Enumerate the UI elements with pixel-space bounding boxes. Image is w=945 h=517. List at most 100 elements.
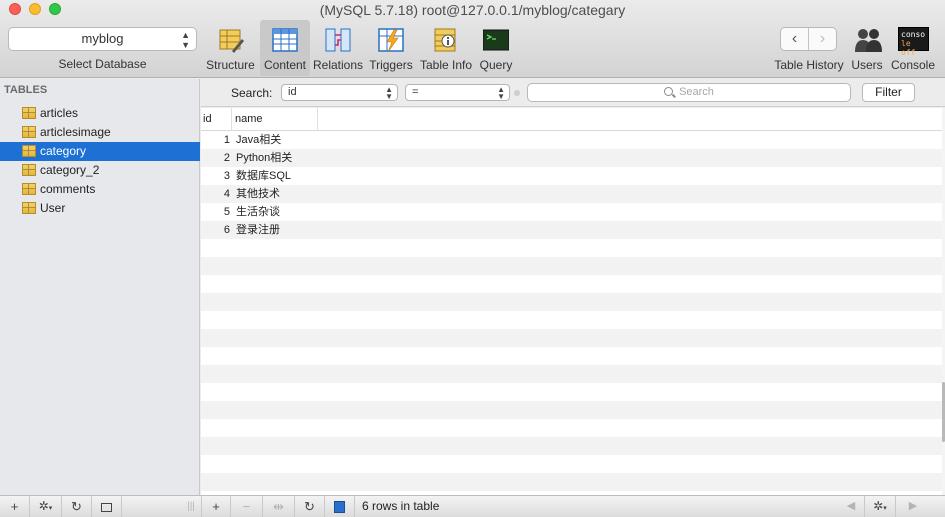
add-table-button[interactable]: +	[0, 496, 30, 517]
table-row[interactable]: 2 Python相关	[201, 149, 942, 167]
cell-name[interactable]: 数据库SQL	[236, 167, 291, 185]
structure-tab[interactable]: Structure	[203, 20, 258, 76]
table-name: articles	[40, 106, 79, 120]
empty-row	[201, 437, 942, 455]
terminal-icon	[483, 29, 509, 51]
refresh-tables-button[interactable]: ↻	[62, 496, 92, 517]
cell-name[interactable]: 其他技术	[236, 185, 280, 203]
refresh-icon: ↻	[71, 499, 82, 514]
cell-id[interactable]: 2	[201, 149, 230, 167]
empty-row	[201, 401, 942, 419]
console-button[interactable]: conso le off Console	[888, 20, 938, 76]
cell-name[interactable]: 生活杂谈	[236, 203, 280, 221]
content-tab[interactable]: Content	[260, 20, 310, 76]
table-row[interactable]: 4 其他技术	[201, 185, 942, 203]
bottom-bar: + ✲▾ ↻ ||| + − ⇹ ↻ 6 rows in table ◀ ✲▾ …	[0, 495, 945, 517]
users-label: Users	[851, 58, 883, 72]
column-header-id[interactable]: id	[201, 108, 232, 131]
users-button[interactable]: Users	[848, 20, 886, 76]
chevron-down-icon: ▾	[883, 505, 887, 512]
empty-row	[201, 383, 942, 401]
row-details-button[interactable]	[325, 496, 355, 517]
empty-row	[201, 419, 942, 437]
table-row[interactable]: 1 Java相关	[201, 131, 942, 149]
filter-status-dot	[514, 90, 520, 96]
relations-icon	[325, 28, 351, 52]
table-icon	[22, 202, 36, 214]
empty-row	[201, 239, 942, 257]
table-item-category[interactable]: category	[0, 142, 200, 161]
table-settings-button[interactable]: ✲▾	[30, 496, 62, 517]
add-row-button[interactable]: +	[201, 496, 231, 517]
filter-label: Search:	[231, 86, 273, 100]
next-page-button[interactable]: ▶	[898, 496, 928, 517]
empty-row	[201, 365, 942, 383]
users-icon	[855, 29, 882, 52]
search-placeholder: Search	[679, 86, 714, 98]
filter-search-input[interactable]: Search	[527, 83, 851, 102]
filter-bar: Search: id ▲ ▼ = ▲ ▼ Search Filter	[201, 79, 945, 107]
console-icon-text: conso le off	[901, 30, 926, 57]
content-label: Content	[263, 58, 307, 72]
content-icon	[272, 28, 298, 52]
console-icon: conso le off	[898, 27, 929, 57]
row-count-status: 6 rows in table	[362, 499, 440, 513]
cell-name[interactable]: 登录注册	[236, 221, 280, 239]
table-item-comments[interactable]: comments	[0, 180, 200, 199]
remove-row-button[interactable]: −	[231, 496, 263, 517]
structure-icon	[219, 29, 244, 53]
table-item-user[interactable]: User	[0, 199, 200, 218]
tables-sidebar: TABLES articles articlesimage category c…	[0, 79, 200, 495]
column-header-name[interactable]: name	[232, 108, 318, 131]
content-grid: id name 1 Java相关 2 Python相关 3 数据库SQL 4 其他技术 5 生活杂…	[201, 108, 942, 495]
empty-row	[201, 257, 942, 275]
empty-row	[201, 347, 942, 365]
image-icon	[101, 503, 112, 512]
table-row[interactable]: 6 登录注册	[201, 221, 942, 239]
table-history-button[interactable]: Table History	[772, 20, 846, 76]
table-icon	[22, 126, 36, 138]
table-item-articles[interactable]: articles	[0, 104, 200, 123]
cell-name[interactable]: Python相关	[236, 149, 292, 167]
select-arrows-icon: ▲ ▼	[181, 30, 190, 50]
cell-id[interactable]: 4	[201, 185, 230, 203]
table-info-toggle-button[interactable]	[92, 496, 122, 517]
table-row[interactable]: 5 生活杂谈	[201, 203, 942, 221]
empty-row	[201, 293, 942, 311]
empty-row	[201, 473, 942, 491]
database-select[interactable]: myblog ▲ ▼	[8, 27, 197, 51]
relations-tab[interactable]: Relations	[312, 20, 364, 76]
table-item-category-2[interactable]: category_2	[0, 161, 200, 180]
chevron-down-icon: ▾	[48, 505, 53, 512]
table-name: User	[40, 201, 66, 215]
table-item-articlesimage[interactable]: articlesimage	[0, 123, 200, 142]
filter-button[interactable]: Filter	[862, 83, 915, 102]
table-name: articlesimage	[40, 125, 111, 139]
cell-id[interactable]: 5	[201, 203, 230, 221]
empty-row	[201, 275, 942, 293]
tables-header: TABLES	[4, 84, 48, 96]
sidebar-resize-handle[interactable]: |||	[183, 496, 199, 517]
previous-page-button[interactable]: ◀	[838, 496, 864, 517]
filter-operator-select[interactable]: = ▲ ▼	[405, 84, 510, 101]
structure-label: Structure	[206, 58, 255, 72]
refresh-rows-button[interactable]: ↻	[295, 496, 325, 517]
table-history-label: Table History	[774, 58, 844, 72]
table-info-icon	[434, 28, 456, 52]
cell-id[interactable]: 3	[201, 167, 230, 185]
table-name: category	[40, 144, 87, 158]
table-row[interactable]: 3 数据库SQL	[201, 167, 942, 185]
duplicate-row-button[interactable]: ⇹	[263, 496, 295, 517]
filter-field-select[interactable]: id ▲ ▼	[281, 84, 398, 101]
empty-row	[201, 311, 942, 329]
cell-name[interactable]: Java相关	[236, 131, 281, 149]
pagination-settings-button[interactable]: ✲▾	[864, 496, 896, 517]
refresh-icon: ↻	[304, 499, 315, 514]
grid-header: id name	[201, 108, 942, 131]
table-info-tab[interactable]: Table Info	[418, 20, 474, 76]
cell-id[interactable]: 1	[201, 131, 230, 149]
window-toolbar: (MySQL 5.7.18) root@127.0.0.1/myblog/cat…	[0, 0, 945, 78]
cell-id[interactable]: 6	[201, 221, 230, 239]
query-tab[interactable]: Query	[476, 20, 516, 76]
triggers-tab[interactable]: Triggers	[366, 20, 416, 76]
